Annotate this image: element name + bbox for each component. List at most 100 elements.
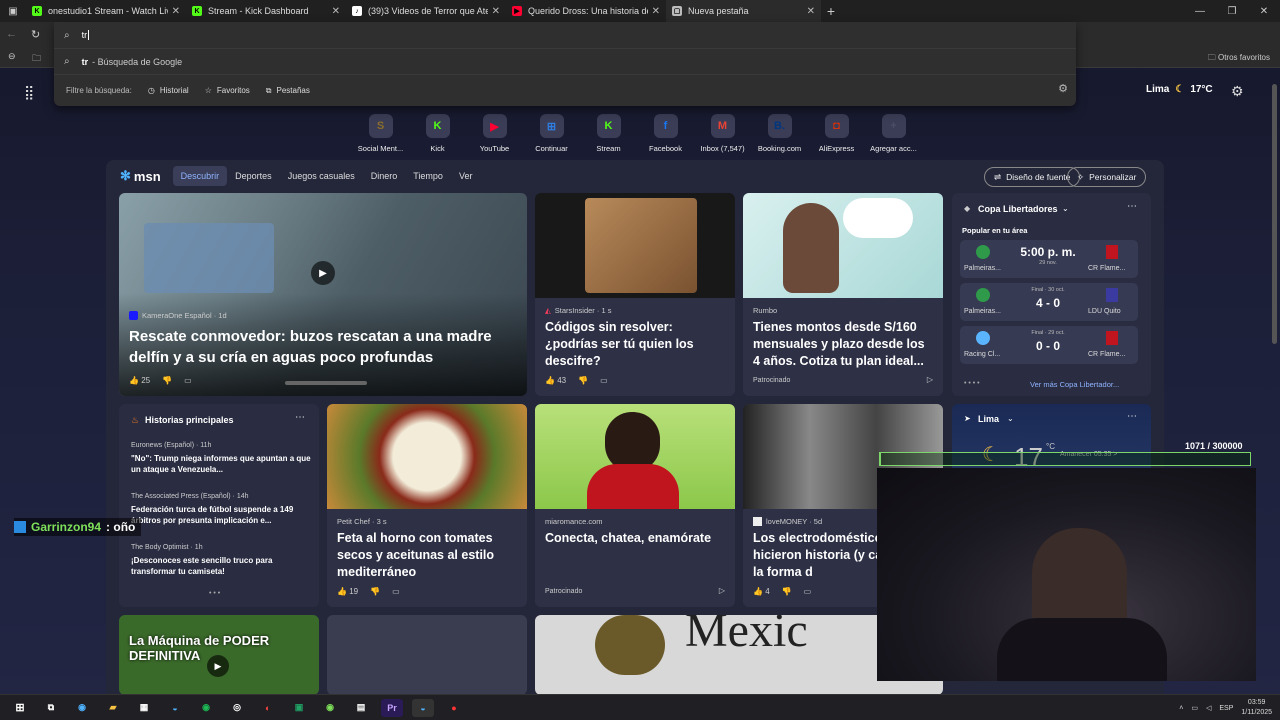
app-icon[interactable]: ● bbox=[443, 699, 465, 717]
more-options-icon[interactable]: ⋯ bbox=[1127, 411, 1137, 422]
workspace-icon[interactable]: ⊖ bbox=[8, 51, 16, 62]
comment-icon[interactable]: ▭ bbox=[184, 376, 192, 385]
sports-title[interactable]: Copa Libertadores bbox=[978, 204, 1058, 214]
browser-tab[interactable]: K Stream - Kick Dashboard ✕ bbox=[186, 0, 346, 22]
tab-dinero[interactable]: Dinero bbox=[363, 166, 406, 186]
comment-icon[interactable]: ▭ bbox=[804, 587, 812, 596]
address-input[interactable]: tr bbox=[82, 30, 88, 40]
pager-dots[interactable]: • • • • bbox=[964, 380, 980, 387]
dating-ad-card[interactable]: miaromance.com Conecta, chatea, enamórat… bbox=[535, 404, 735, 607]
card-title[interactable]: Feta al horno con tomates secos y aceitu… bbox=[337, 530, 517, 581]
edge-active-icon[interactable]: ◒ bbox=[412, 698, 434, 717]
more-options-icon[interactable]: ⋯ bbox=[1127, 201, 1137, 212]
browser-tab[interactable]: ♪ (39)3 Videos de Terror que Aterra... ✕ bbox=[346, 0, 506, 22]
xbox-icon[interactable]: ◉ bbox=[319, 699, 341, 717]
quick-link[interactable]: ◘ AliExpress bbox=[808, 114, 865, 153]
play-icon[interactable]: ▶ bbox=[207, 655, 229, 677]
app-icon[interactable]: ▤ bbox=[350, 699, 372, 717]
tab-descubrir[interactable]: Descubrir bbox=[172, 166, 228, 186]
dislike-icon[interactable]: 👎 bbox=[578, 376, 588, 385]
browser-tab[interactable]: Konestudio1 Stream - Watch Live ... ✕ bbox=[26, 0, 186, 22]
font-design-button[interactable]: ⇌ Diseño de fuente bbox=[984, 167, 1081, 187]
quick-link[interactable]: K Kick bbox=[409, 114, 466, 153]
keyboard-lang[interactable]: ESP bbox=[1219, 705, 1233, 712]
ad-choices-icon[interactable]: ▷ bbox=[927, 375, 933, 384]
premiere-icon[interactable]: Pr bbox=[381, 698, 403, 717]
filter-favorites[interactable]: ☆ Favoritos bbox=[205, 86, 250, 95]
refresh-icon[interactable]: ↻ bbox=[31, 28, 40, 41]
hero-card[interactable]: ▶ KameraOne Español · 1d Rescate conmove… bbox=[119, 193, 527, 396]
tab-ver[interactable]: Ver bbox=[451, 166, 481, 186]
hero-title[interactable]: Rescate conmovedor: buzos rescatan a una… bbox=[129, 326, 517, 368]
match-row[interactable]: Palmeiras... 29 nov. 5:00 p. m. CR Flame... bbox=[960, 240, 1138, 278]
close-tab-icon[interactable]: ✕ bbox=[332, 6, 340, 17]
news-card[interactable]: ◭ StarsInsider · 1 s Códigos sin resolver… bbox=[535, 193, 735, 396]
msn-logo[interactable]: ✻ msn bbox=[120, 168, 161, 184]
close-tab-icon[interactable]: ✕ bbox=[807, 6, 815, 17]
like-icon[interactable]: 👍 25 bbox=[129, 376, 150, 385]
restore-icon[interactable]: ❐ bbox=[1216, 6, 1248, 17]
other-favorites[interactable]: 🗀 Otros favoritos bbox=[1208, 52, 1270, 66]
quick-link[interactable]: f Facebook bbox=[637, 114, 694, 153]
chevron-down-icon[interactable]: ⌄ bbox=[1007, 414, 1014, 423]
like-icon[interactable]: 👍 19 bbox=[337, 587, 358, 596]
clock[interactable]: 03:59 1/11/2025 bbox=[1241, 698, 1272, 718]
quick-link[interactable]: S Social Ment... bbox=[352, 114, 409, 153]
app-icon[interactable]: ◐ bbox=[257, 699, 279, 717]
spotify-icon[interactable]: ◉ bbox=[195, 699, 217, 717]
video-thumb-card[interactable]: La Máquina de PODER DEFINITIVA ▶ bbox=[119, 615, 319, 695]
obs-icon[interactable]: ◎ bbox=[226, 699, 248, 717]
edge-taskbar-icon[interactable]: ◒ bbox=[164, 699, 186, 717]
quick-link[interactable]: ⊞ Continuar bbox=[523, 114, 580, 153]
filter-history[interactable]: ◷ Historial bbox=[148, 86, 189, 95]
card-title[interactable]: Tienes montos desde S/160 mensuales y pl… bbox=[753, 319, 933, 370]
chevron-down-icon[interactable]: ⌄ bbox=[1062, 204, 1069, 213]
dislike-icon[interactable]: 👎 bbox=[162, 376, 172, 385]
dislike-icon[interactable]: 👎 bbox=[370, 587, 380, 596]
match-row[interactable]: Palmeiras... Final · 30 oct. 4 - 0 LDU Quit… bbox=[960, 283, 1138, 321]
back-icon[interactable]: ← bbox=[6, 28, 17, 41]
like-icon[interactable]: 👍 43 bbox=[545, 376, 566, 385]
copilot-icon[interactable]: ◉ bbox=[71, 699, 93, 717]
card-title[interactable]: Conecta, chatea, enamórate bbox=[545, 530, 725, 547]
play-icon[interactable]: ▶ bbox=[311, 261, 335, 285]
story-item[interactable]: The Body Optimist · 1h ¡Desconoces este s… bbox=[131, 542, 311, 577]
page-scrollbar[interactable] bbox=[1272, 84, 1277, 344]
quick-link[interactable]: ▶ YouTube bbox=[466, 114, 523, 153]
more-options-icon[interactable]: ⋯ bbox=[295, 412, 305, 423]
ad-choices-icon[interactable]: ▷ bbox=[719, 586, 725, 595]
excel-icon[interactable]: ▣ bbox=[288, 699, 310, 717]
close-tab-icon[interactable]: ✕ bbox=[652, 6, 660, 17]
quick-link[interactable]: K Stream bbox=[580, 114, 637, 153]
close-tab-icon[interactable]: ✕ bbox=[492, 6, 500, 17]
tab-actions-icon[interactable]: ▣ bbox=[0, 6, 26, 17]
quick-link[interactable]: B. Booking.com bbox=[751, 114, 808, 153]
tab-tiempo[interactable]: Tiempo bbox=[405, 166, 451, 186]
network-icon[interactable]: ▭ bbox=[1191, 704, 1198, 712]
settings-icon[interactable]: ⚙ bbox=[1231, 83, 1244, 100]
personalize-button[interactable]: ✧ Personalizar bbox=[1067, 167, 1147, 187]
chevron-up-icon[interactable]: ˄ bbox=[1179, 705, 1183, 712]
card-title[interactable]: Códigos sin resolver: ¿podrías ser tú qu… bbox=[545, 319, 725, 370]
quick-link[interactable]: M Inbox (7,547) bbox=[694, 114, 751, 153]
like-icon[interactable]: 👍 4 bbox=[753, 587, 770, 596]
story-item[interactable]: Euronews (Español) · 11h "No": Trump nieg… bbox=[131, 440, 311, 475]
store-icon[interactable]: ▦ bbox=[133, 699, 155, 717]
new-tab-button[interactable]: + bbox=[821, 3, 841, 19]
minimize-icon[interactable]: — bbox=[1184, 6, 1216, 17]
browser-tab[interactable]: ▢ Nueva pestaña ✕ bbox=[666, 0, 821, 22]
address-bar[interactable]: ⌕ tr bbox=[54, 22, 1076, 48]
windows-start-icon[interactable]: ⊞ bbox=[9, 699, 31, 717]
filter-tabs[interactable]: ⧉ Pestañas bbox=[266, 86, 310, 96]
tab-deportes[interactable]: Deportes bbox=[227, 166, 280, 186]
search-suggestion[interactable]: ⌕ tr - Búsqueda de Google bbox=[54, 48, 1076, 74]
recipe-card[interactable]: Petit Chef · 3 s Feta al horno con tomat… bbox=[327, 404, 527, 607]
folder-icon[interactable]: 🗀 bbox=[32, 51, 41, 67]
pager-dots[interactable]: • • • bbox=[209, 590, 220, 597]
close-window-icon[interactable]: ✕ bbox=[1248, 6, 1280, 17]
dislike-icon[interactable]: 👎 bbox=[782, 587, 792, 596]
carousel-dots[interactable] bbox=[285, 381, 367, 385]
gear-icon[interactable]: ⚙ bbox=[1058, 82, 1068, 95]
browser-tab[interactable]: ▶ Querido Dross: Una historia de H... ✕ bbox=[506, 0, 666, 22]
app-launcher-icon[interactable]: ⣿ bbox=[24, 84, 34, 101]
